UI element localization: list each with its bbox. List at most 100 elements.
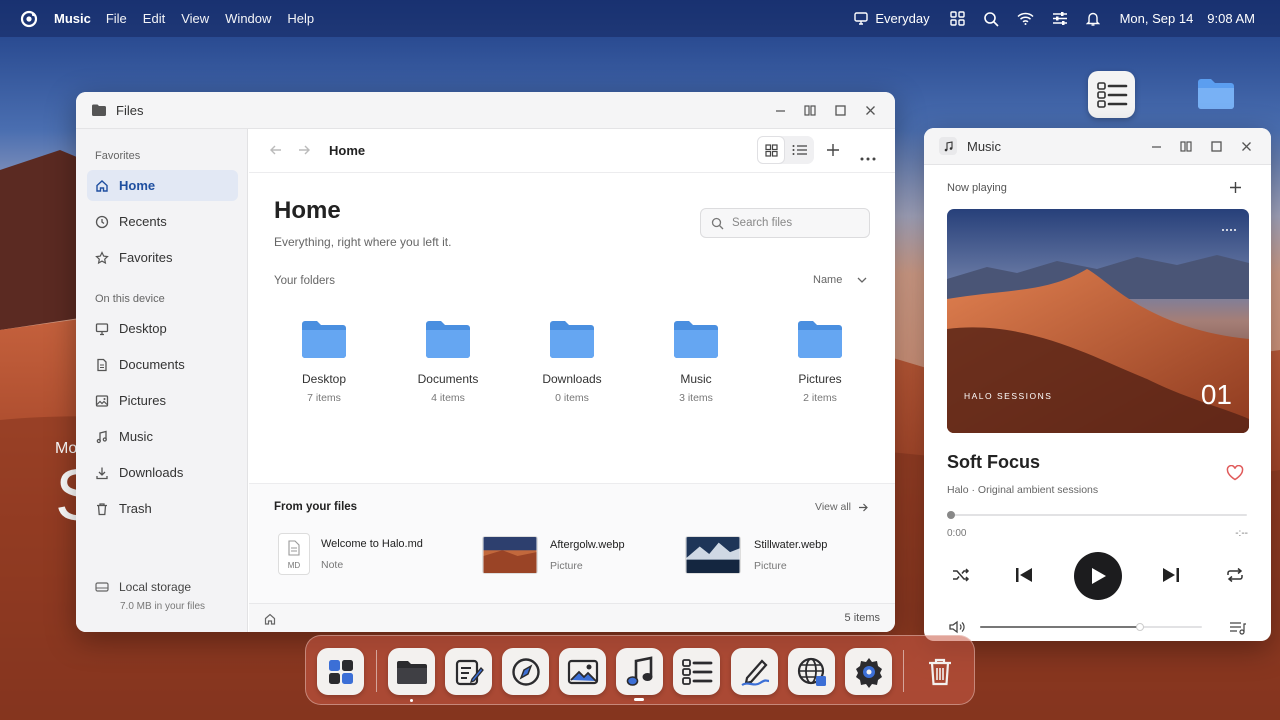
add-icon[interactable]	[826, 143, 840, 162]
tasks-icon[interactable]	[673, 648, 720, 695]
play-button[interactable]	[1074, 552, 1122, 600]
menu-edit[interactable]: Edit	[143, 11, 165, 26]
sort-dropdown[interactable]: Name	[813, 274, 867, 286]
recent-file-welcome[interactable]: MD Welcome to Halo.md Note	[278, 533, 423, 575]
minimize-button[interactable]	[765, 105, 795, 116]
sidebar-item-recents[interactable]: Recents	[87, 206, 238, 237]
heart-icon[interactable]	[1226, 464, 1244, 486]
files-titlebar[interactable]: Files	[76, 92, 895, 129]
desktop-folder-icon[interactable]	[1196, 77, 1236, 116]
download-icon	[96, 467, 108, 479]
previous-track-button[interactable]	[1015, 566, 1034, 589]
sidebar-item-home[interactable]: Home	[87, 170, 238, 201]
volume-thumb[interactable]	[1136, 623, 1144, 631]
music-icon[interactable]	[616, 648, 663, 695]
sidebar-item-trash[interactable]: Trash	[87, 493, 238, 524]
split-view-button[interactable]	[795, 105, 825, 116]
close-button[interactable]	[855, 105, 885, 116]
view-all-link[interactable]: View all	[815, 501, 868, 513]
recent-file-stillwater[interactable]: Stillwater.webp Picture	[685, 536, 827, 574]
play-icon	[1092, 568, 1106, 584]
afterglow-thumbnail	[482, 536, 538, 574]
settings-icon[interactable]	[845, 648, 892, 695]
controls-icon[interactable]	[1052, 11, 1068, 26]
recent-heading: From your files	[274, 501, 358, 513]
back-arrow-icon[interactable]	[269, 143, 283, 162]
music-titlebar[interactable]: Music	[924, 128, 1271, 165]
draw-icon[interactable]	[731, 648, 778, 695]
web-icon[interactable]	[788, 648, 835, 695]
view-all-label: View all	[815, 501, 851, 513]
stillwater-thumbnail	[685, 536, 741, 574]
menu-window[interactable]: Window	[225, 11, 271, 26]
queue-icon[interactable]	[1229, 621, 1247, 640]
sidebar-item-pictures[interactable]: Pictures	[87, 385, 238, 416]
desktop-tasks-shortcut[interactable]	[1088, 71, 1135, 118]
progress-thumb[interactable]	[947, 511, 955, 519]
storage-info[interactable]: Local storage 7.0 MB in your files	[95, 580, 205, 612]
menu-help[interactable]: Help	[287, 11, 314, 26]
time-label[interactable]: 9:08 AM	[1207, 11, 1255, 26]
active-app-name[interactable]: Music	[54, 11, 91, 26]
shuffle-icon[interactable]	[952, 567, 970, 588]
files-icon[interactable]	[388, 648, 435, 695]
folder-desktop[interactable]: Desktop 7 items	[272, 319, 376, 404]
workspace-switcher[interactable]: Everyday	[854, 11, 930, 26]
next-track-button[interactable]	[1161, 566, 1180, 589]
recent-file-afterglow[interactable]: Aftergolw.webp Picture	[482, 536, 625, 574]
search-icon[interactable]	[983, 11, 999, 27]
sidebar-item-label: Music	[119, 429, 153, 444]
dock-separator	[376, 650, 377, 692]
sidebar-item-documents[interactable]: Documents	[87, 349, 238, 380]
more-options-icon[interactable]	[860, 148, 876, 166]
file-badge: MD	[287, 561, 301, 570]
sidebar-item-music[interactable]: Music	[87, 421, 238, 452]
repeat-icon[interactable]	[1226, 567, 1244, 588]
folder-pictures[interactable]: Pictures 2 items	[768, 319, 872, 404]
menu-file[interactable]: File	[106, 11, 127, 26]
dock	[305, 635, 975, 705]
music-active-indicator	[634, 698, 644, 701]
file-type: Picture	[550, 559, 583, 572]
maximize-button[interactable]	[1201, 141, 1231, 152]
track-title: Soft Focus	[947, 452, 1040, 472]
maximize-button[interactable]	[825, 105, 855, 116]
search-input[interactable]: Search files	[700, 208, 870, 238]
dock-separator	[903, 650, 904, 692]
sidebar-item-desktop[interactable]: Desktop	[87, 313, 238, 344]
folder-music[interactable]: Music 3 items	[644, 319, 748, 404]
sidebar-item-favorites[interactable]: Favorites	[87, 242, 238, 273]
forward-arrow-icon[interactable]	[297, 143, 311, 162]
compass-icon[interactable]	[502, 648, 549, 695]
grid-view-button[interactable]	[757, 136, 785, 164]
breadcrumb[interactable]: Home	[329, 143, 365, 158]
system-logo-icon[interactable]	[20, 10, 38, 28]
progress-slider[interactable]	[947, 511, 1247, 519]
home-icon[interactable]	[264, 612, 276, 630]
apps-grid-icon[interactable]	[949, 11, 965, 26]
music-note-icon	[939, 137, 957, 155]
notes-icon[interactable]	[445, 648, 492, 695]
volume-fill	[980, 626, 1140, 628]
wifi-icon[interactable]	[1017, 12, 1034, 25]
trash-icon[interactable]	[916, 648, 963, 695]
close-button[interactable]	[1231, 141, 1261, 152]
notification-bell-icon[interactable]	[1085, 11, 1100, 26]
list-view-button[interactable]	[785, 136, 813, 164]
split-view-button[interactable]	[1171, 141, 1201, 152]
folder-downloads[interactable]: Downloads 0 items	[520, 319, 624, 404]
launcher-icon[interactable]	[317, 648, 364, 695]
photos-icon[interactable]	[559, 648, 606, 695]
volume-slider[interactable]	[980, 623, 1202, 631]
window-title: Music	[967, 138, 1001, 154]
menu-view[interactable]: View	[181, 11, 209, 26]
folder-name: Music	[680, 372, 712, 386]
folder-documents[interactable]: Documents 4 items	[396, 319, 500, 404]
minimize-button[interactable]	[1141, 141, 1171, 152]
date-label[interactable]: Mon, Sep 14	[1120, 11, 1194, 26]
sidebar-item-downloads[interactable]: Downloads	[87, 457, 238, 488]
album-art[interactable]: HALO SESSIONS 01	[947, 209, 1249, 433]
window-title: Files	[116, 102, 144, 118]
folder-count: 3 items	[679, 392, 713, 404]
add-icon[interactable]	[1229, 181, 1242, 199]
